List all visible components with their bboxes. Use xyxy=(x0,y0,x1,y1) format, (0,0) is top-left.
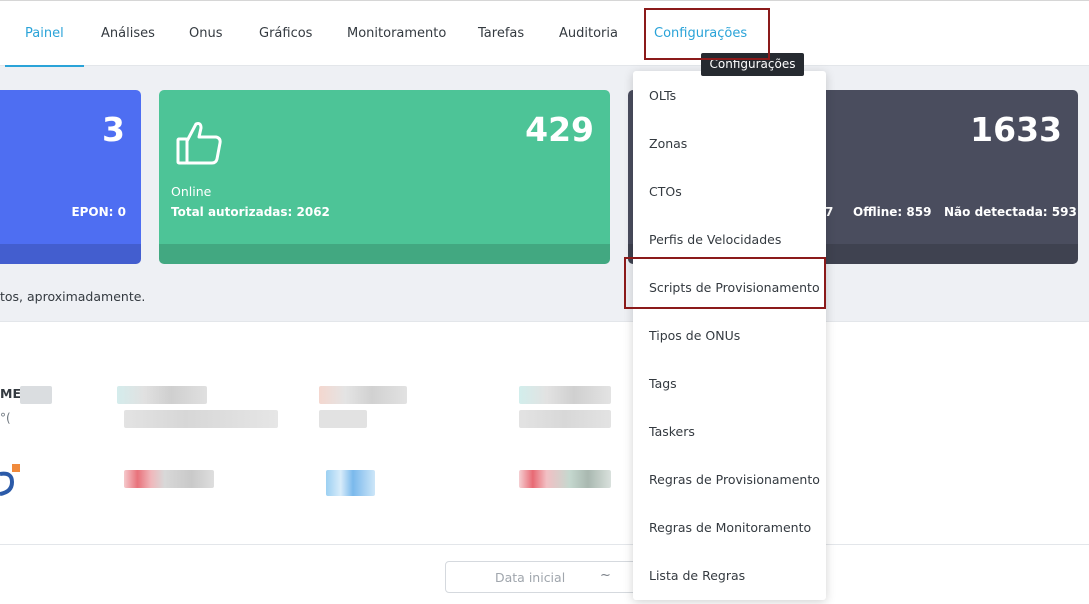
menu-item-perfis-de-velocidades[interactable]: Perfis de Velocidades xyxy=(649,232,781,247)
thumbs-up-icon xyxy=(175,118,223,170)
menu-item-zonas[interactable]: Zonas xyxy=(649,136,687,151)
card-stat-total: Total autorizadas: 2062 xyxy=(171,205,330,219)
info-note: tos, aproximadamente. xyxy=(0,289,146,304)
tab-onus[interactable]: Onus xyxy=(169,1,242,67)
highlight-box-scripts-de-provisionamento xyxy=(624,257,826,309)
redacted-text xyxy=(124,410,278,428)
top-navigation: Painel Análises Onus Gráficos Monitorame… xyxy=(0,0,1089,67)
tab-tarefas[interactable]: Tarefas xyxy=(458,1,544,67)
redacted-image xyxy=(326,470,375,496)
redacted-image xyxy=(519,470,611,488)
menu-item-tipos-de-onus[interactable]: Tipos de ONUs xyxy=(649,328,740,343)
redacted-text xyxy=(519,386,611,404)
menu-item-regras-de-provisionamento[interactable]: Regras de Provisionamento xyxy=(649,472,820,487)
menu-item-lista-de-regras[interactable]: Lista de Regras xyxy=(649,568,745,583)
card-stat-epon: EPON: 0 xyxy=(71,205,126,219)
card-value: 3 xyxy=(102,110,125,149)
stat-card-total: 3 EPON: 0 xyxy=(0,90,141,264)
tab-painel[interactable]: Painel xyxy=(5,1,84,67)
date-range-separator: ~ xyxy=(600,568,611,583)
tab-analises[interactable]: Análises xyxy=(81,1,175,67)
card-stat-offline: Offline: 859 xyxy=(853,205,932,219)
redacted-text xyxy=(117,386,207,404)
card-footer[interactable] xyxy=(159,244,610,264)
logo-icon xyxy=(0,462,22,500)
card-value: 1633 xyxy=(970,110,1062,149)
date-range-input[interactable]: Data inicial ~ xyxy=(445,561,645,593)
redacted-text xyxy=(319,386,407,404)
redacted-text xyxy=(519,410,611,428)
redacted-image xyxy=(124,470,214,488)
card-value: 429 xyxy=(525,110,594,149)
start-date-input[interactable]: Data inicial xyxy=(495,570,565,585)
card-label: Online xyxy=(171,184,212,199)
menu-item-regras-de-monitoramento[interactable]: Regras de Monitoramento xyxy=(649,520,811,535)
menu-item-taskers[interactable]: Taskers xyxy=(649,424,695,439)
menu-item-tags[interactable]: Tags xyxy=(649,376,677,391)
details-panel: ME °( Data inicial ~ xyxy=(0,321,1089,604)
redacted-text xyxy=(20,386,52,404)
tab-monitoramento[interactable]: Monitoramento xyxy=(327,1,466,67)
configuracoes-dropdown-menu: OLTs Zonas CTOs Perfis de Velocidades Sc… xyxy=(633,71,826,600)
divider xyxy=(0,544,1089,545)
menu-item-ctos[interactable]: CTOs xyxy=(649,184,682,199)
partial-label: ME xyxy=(0,386,21,401)
card-footer[interactable] xyxy=(0,244,141,264)
menu-item-olts[interactable]: OLTs xyxy=(649,88,676,103)
highlight-box-configuracoes-tab xyxy=(644,8,770,60)
tab-graficos[interactable]: Gráficos xyxy=(239,1,332,67)
card-stat-undetected: Não detectada: 593 xyxy=(944,205,1077,219)
card-stat-partial: 7 xyxy=(825,205,834,219)
partial-sublabel: °( xyxy=(0,411,11,425)
tab-auditoria[interactable]: Auditoria xyxy=(539,1,638,67)
stat-card-online: 429 Online Total autorizadas: 2062 xyxy=(159,90,610,264)
redacted-text xyxy=(319,410,367,428)
